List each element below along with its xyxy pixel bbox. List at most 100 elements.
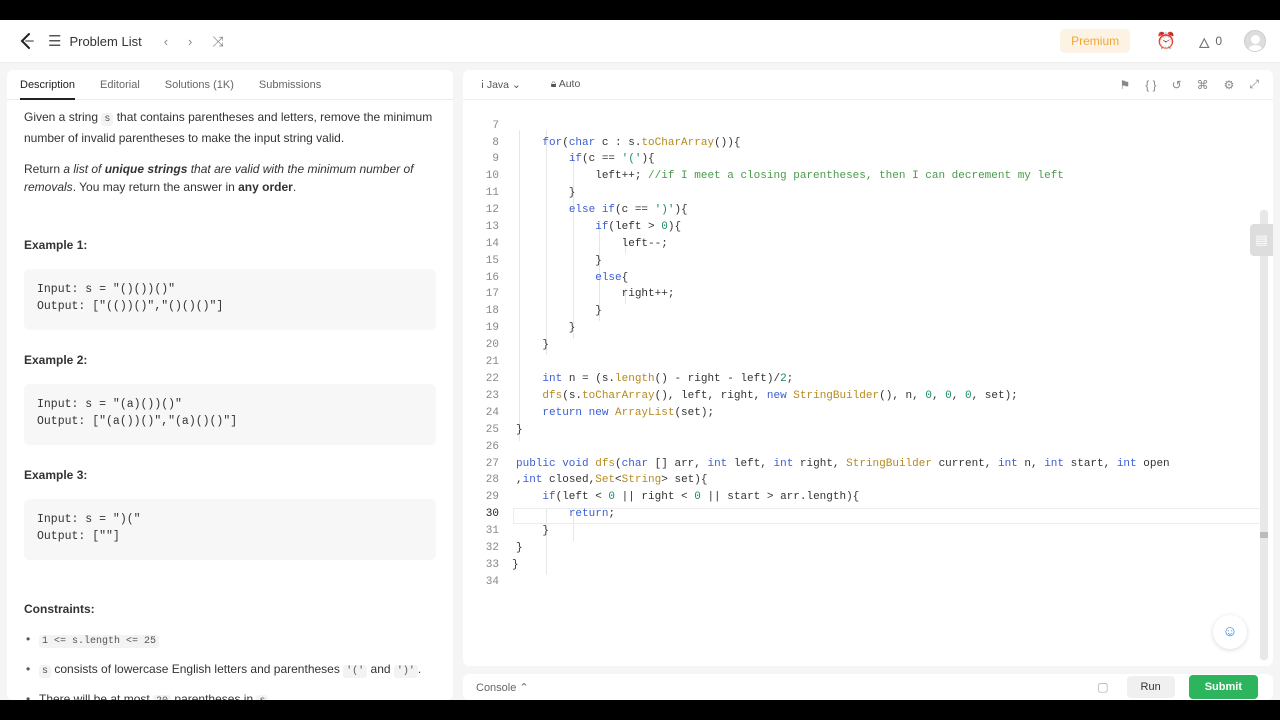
inline-code: ')' — [393, 665, 418, 678]
prev-problem-icon[interactable]: ‹ — [164, 34, 168, 49]
settings-icon[interactable]: ⚙ — [1224, 78, 1235, 92]
console-toggle[interactable]: Console ⌃ — [476, 681, 529, 694]
line-number: 31 — [485, 525, 499, 537]
tab-submissions[interactable]: Submissions — [259, 70, 321, 100]
expand-icon[interactable]: ⤢ — [1249, 77, 1259, 92]
code-line: } — [512, 559, 519, 571]
example-1-title: Example 1: — [24, 238, 88, 252]
code-line: for(char c : s.toCharArray()){ — [542, 137, 741, 149]
inline-code: 1 <= s.length <= 25 — [39, 635, 160, 648]
code-line: } — [516, 305, 602, 317]
line-number: 34 — [485, 576, 499, 588]
line-number: 33 — [485, 559, 499, 571]
code-line: } — [516, 424, 523, 436]
submit-button[interactable]: Submit — [1188, 675, 1258, 699]
next-problem-icon[interactable]: › — [188, 34, 192, 49]
run-button[interactable]: Run — [1126, 676, 1175, 698]
line-number: 26 — [485, 441, 499, 453]
text: . — [292, 180, 297, 194]
problem-list-link[interactable]: Problem List — [69, 34, 141, 49]
constraints-title: Constraints: — [24, 602, 95, 616]
code-line: if(left < 0 || right < 0 || start > arr.… — [542, 491, 860, 503]
example-1-output: Output: ["(())()","()()()"] — [37, 300, 224, 313]
line-number: 15 — [485, 255, 499, 267]
line-number: 18 — [485, 305, 499, 317]
code-line: } — [516, 255, 602, 267]
text: . — [417, 662, 422, 676]
text: . You may return the answer in — [72, 180, 239, 194]
inline-code: 20 — [153, 695, 172, 700]
code-line: else{ — [595, 272, 629, 284]
streak-fire-icon[interactable]: 🜂 — [1198, 27, 1210, 56]
code-line: if(c == '('){ — [568, 153, 655, 165]
timer-icon[interactable]: ⏰ — [1156, 31, 1176, 51]
line-number: 28 — [485, 474, 499, 486]
code-line: return new ArrayList(set); — [542, 407, 715, 419]
example-2-output: Output: ["(a())()","(a)()()"] — [37, 415, 238, 428]
note-icon[interactable]: ▤ — [1250, 224, 1273, 256]
line-number: 11 — [485, 187, 499, 199]
text: Given a string — [24, 110, 102, 124]
code-line: } — [516, 542, 523, 554]
example-2-box: Input: s = "(a)())()" Output: ["(a())()",… — [24, 384, 436, 445]
scrollbar-thumb[interactable] — [1260, 532, 1268, 538]
reset-icon[interactable]: ↺ — [1172, 78, 1182, 92]
code-line: } — [516, 525, 550, 537]
line-number: 25 — [485, 424, 499, 436]
example-3-output: Output: [""] — [37, 530, 120, 543]
text: a list of — [63, 162, 105, 176]
constraint-item: 1 <= s.length <= 25 — [24, 630, 436, 651]
shortcut-icon[interactable]: ⌘ — [1197, 78, 1209, 92]
premium-button[interactable]: Premium — [1060, 29, 1131, 53]
line-number: 22 — [485, 373, 499, 385]
braces-icon[interactable]: { } — [1145, 78, 1156, 92]
problem-list-icon[interactable]: ☰ — [48, 32, 61, 50]
mode-label: Auto — [558, 78, 581, 90]
auto-mode[interactable]: 🔒︎ Auto — [551, 78, 581, 91]
code-line: public void dfs(char [] arr, int left, i… — [516, 458, 1170, 470]
code-line: } — [516, 339, 550, 351]
tab-editorial[interactable]: Editorial — [100, 70, 140, 100]
lock-icon: 🔒︎ — [550, 78, 559, 90]
line-number: 32 — [485, 542, 499, 554]
line-number: 10 — [485, 170, 499, 182]
line-number: 9 — [492, 153, 499, 165]
code-line: left++; //if I meet a closing parenthese… — [516, 170, 1064, 182]
example-1-input: Input: s = "()())()" — [37, 283, 176, 296]
line-number: 13 — [485, 221, 499, 233]
console-bar: Console ⌃ ▢ Run Submit — [463, 674, 1273, 700]
bookmark-icon[interactable]: ⚑ — [1119, 78, 1130, 92]
code-line: right++; — [516, 288, 675, 300]
tab-solutions[interactable]: Solutions (1K) — [165, 70, 234, 100]
tab-description[interactable]: Description — [20, 70, 76, 100]
line-number: 16 — [485, 272, 499, 284]
line-number: 7 — [492, 120, 499, 132]
code-line: ,int closed,Set<String> set){ — [516, 474, 708, 486]
topbar-right-group: Premium ⏰ 🜂 0 — [1060, 27, 1266, 56]
line-number: 29 — [485, 491, 499, 503]
description-paragraph-1: Given a string s that contains parenthes… — [24, 108, 436, 147]
code-line: if(left > 0){ — [595, 221, 682, 233]
code-line: else if(c == ')'){ — [568, 204, 688, 216]
text: Return — [24, 162, 64, 176]
chat-icon[interactable]: ☺ — [1213, 615, 1247, 649]
upload-icon[interactable]: ▢ — [1097, 680, 1108, 694]
language-select[interactable]: ⅰ Java ⌄ — [481, 79, 521, 91]
line-number: 20 — [485, 339, 499, 351]
avatar[interactable] — [1244, 30, 1266, 52]
code-line: } — [516, 322, 576, 334]
top-navbar: ☰ Problem List ‹ › ⤨ Premium ⏰ 🜂 0 — [0, 20, 1280, 63]
code-line: int n = (s.length() - right - left)/2; — [542, 373, 794, 385]
line-number: 24 — [485, 407, 499, 419]
description-paragraph-2: Return a list of unique strings that are… — [24, 160, 436, 196]
description-tabs: Description Editorial Solutions (1K) Sub… — [7, 70, 453, 100]
editor-scrollbar[interactable] — [1260, 210, 1268, 660]
app-frame: ☰ Problem List ‹ › ⤨ Premium ⏰ 🜂 0 Descr… — [0, 20, 1280, 700]
code-line: left--; — [516, 238, 668, 250]
example-3-title: Example 3: — [24, 468, 88, 482]
current-line-highlight — [513, 508, 1261, 524]
shuffle-icon[interactable]: ⤨ — [212, 33, 223, 50]
logo-icon[interactable] — [18, 32, 36, 50]
code-line: return; — [568, 508, 616, 520]
text: any order — [238, 180, 293, 194]
